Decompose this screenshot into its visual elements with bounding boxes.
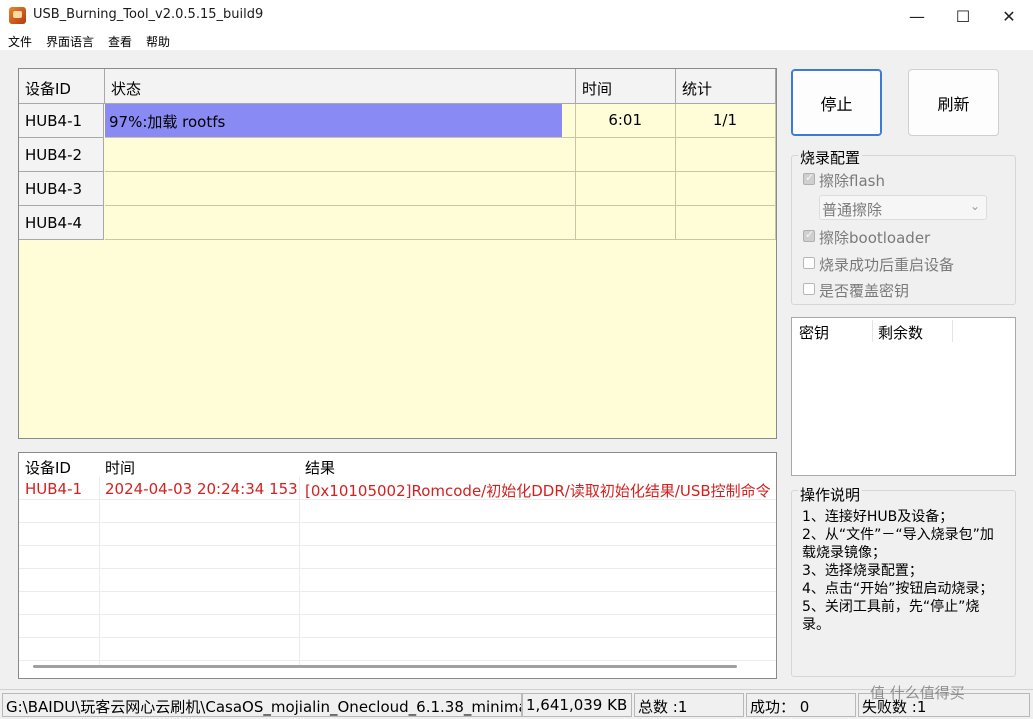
log-header-result[interactable]: 结果 [305, 457, 335, 478]
log-row [19, 638, 776, 661]
app-icon [9, 7, 26, 24]
log-row [19, 592, 776, 615]
device-table: 设备ID 状态 时间 统计 HUB4-1 97%:加载 rootfs 6:01 … [18, 68, 777, 439]
count-cell [676, 172, 776, 206]
menu-file[interactable]: 文件 [8, 33, 32, 50]
refresh-button[interactable]: 刷新 [908, 69, 999, 136]
log-row [19, 500, 776, 523]
time-cell [576, 138, 676, 172]
remaining-header[interactable]: 剩余数 [878, 322, 923, 343]
menu-language[interactable]: 界面语言 [46, 33, 94, 50]
erase-flash-label: 擦除flash [819, 172, 885, 190]
count-cell [676, 206, 776, 240]
log-row [19, 546, 776, 569]
time-cell [576, 172, 676, 206]
row-device-id[interactable]: HUB4-2 [19, 138, 104, 172]
header-count[interactable]: 统计 [676, 69, 776, 104]
status-cell[interactable] [105, 138, 576, 172]
stop-button[interactable]: 停止 [791, 69, 882, 136]
watermark: 值 什么值得买 [870, 684, 965, 702]
overwrite-key-checkbox[interactable] [803, 283, 815, 295]
status-success: 成功： 0 [746, 693, 856, 717]
time-cell [576, 206, 676, 240]
overwrite-key-label: 是否覆盖密钥 [819, 282, 910, 300]
count-cell [676, 138, 776, 172]
log-header-time[interactable]: 时间 [105, 457, 135, 478]
instructions-title: 操作说明 [798, 484, 863, 505]
count-cell: 1/1 [676, 104, 776, 138]
header-time[interactable]: 时间 [576, 69, 676, 104]
window-title: USB_Burning_Tool_v2.0.5.15_build9 [33, 7, 264, 22]
status-cell[interactable]: 97%:加载 rootfs [105, 104, 576, 138]
instructions-group: 操作说明 1、连接好HUB及设备； 2、从“文件”－“导入烧录包”加载烧录镜像；… [791, 484, 1016, 677]
status-total: 总数 :1 [634, 693, 744, 717]
erase-mode-value: 普通擦除 [822, 201, 883, 219]
erase-bootloader-checkbox[interactable] [803, 228, 815, 242]
instructions-text: 1、连接好HUB及设备； 2、从“文件”－“导入烧录包”加载烧录镜像； 3、选择… [802, 509, 994, 633]
maximize-button[interactable]: ☐ [940, 0, 986, 32]
header-status[interactable]: 状态 [105, 69, 576, 104]
erase-mode-select[interactable]: 普通擦除 ⌄ [819, 195, 987, 220]
log-row [19, 569, 776, 592]
key-header[interactable]: 密钥 [799, 322, 829, 343]
row-device-id[interactable]: HUB4-1 [19, 104, 104, 138]
chevron-down-icon: ⌄ [969, 199, 980, 213]
column-divider [872, 320, 873, 342]
log-device-id: HUB4-1 [25, 480, 83, 498]
log-row [19, 523, 776, 546]
menu-help[interactable]: 帮助 [146, 33, 170, 50]
header-device-id[interactable]: 设备ID [19, 69, 105, 104]
row-device-id[interactable]: HUB4-4 [19, 206, 104, 240]
row-device-id[interactable]: HUB4-3 [19, 172, 104, 206]
minimize-button[interactable]: — [894, 0, 940, 32]
log-table: 设备ID 时间 结果 HUB4-1 2024-04-03 20:24:34 15… [18, 452, 777, 679]
column-divider [952, 320, 953, 342]
close-button[interactable]: ✕ [986, 0, 1032, 32]
erase-flash-checkbox[interactable] [803, 171, 815, 185]
time-cell: 6:01 [576, 104, 676, 138]
log-result: [0x10105002]Romcode/初始化DDR/读取初始化结果/USB控制… [305, 482, 771, 500]
key-list[interactable]: 密钥 剩余数 [791, 317, 1016, 476]
log-time: 2024-04-03 20:24:34 153 [105, 480, 298, 498]
reboot-after-checkbox[interactable] [803, 257, 815, 269]
reboot-after-label: 烧录成功后重启设备 [819, 256, 955, 274]
title-bar: USB_Burning_Tool_v2.0.5.15_build9 — ☐ ✕ [0, 0, 1033, 32]
erase-bootloader-label: 擦除bootloader [819, 229, 931, 247]
log-header-device-id[interactable]: 设备ID [25, 457, 71, 478]
burn-config-title: 烧录配置 [798, 147, 863, 168]
status-cell[interactable] [105, 206, 576, 240]
log-row[interactable]: HUB4-1 2024-04-03 20:24:34 153 [0x101050… [19, 477, 776, 500]
status-size: 1,641,039 KB [522, 693, 632, 717]
status-path: G:\BAIDU\玩客云网心云刷机\CasaOS_mojialin_Oneclo… [2, 693, 522, 717]
log-row [19, 615, 776, 638]
menu-bar: 文件 界面语言 查看 帮助 [0, 32, 1033, 50]
status-text: 97%:加载 rootfs [109, 113, 226, 131]
status-cell[interactable] [105, 172, 576, 206]
horizontal-scrollbar[interactable] [33, 665, 737, 668]
menu-view[interactable]: 查看 [108, 33, 132, 50]
